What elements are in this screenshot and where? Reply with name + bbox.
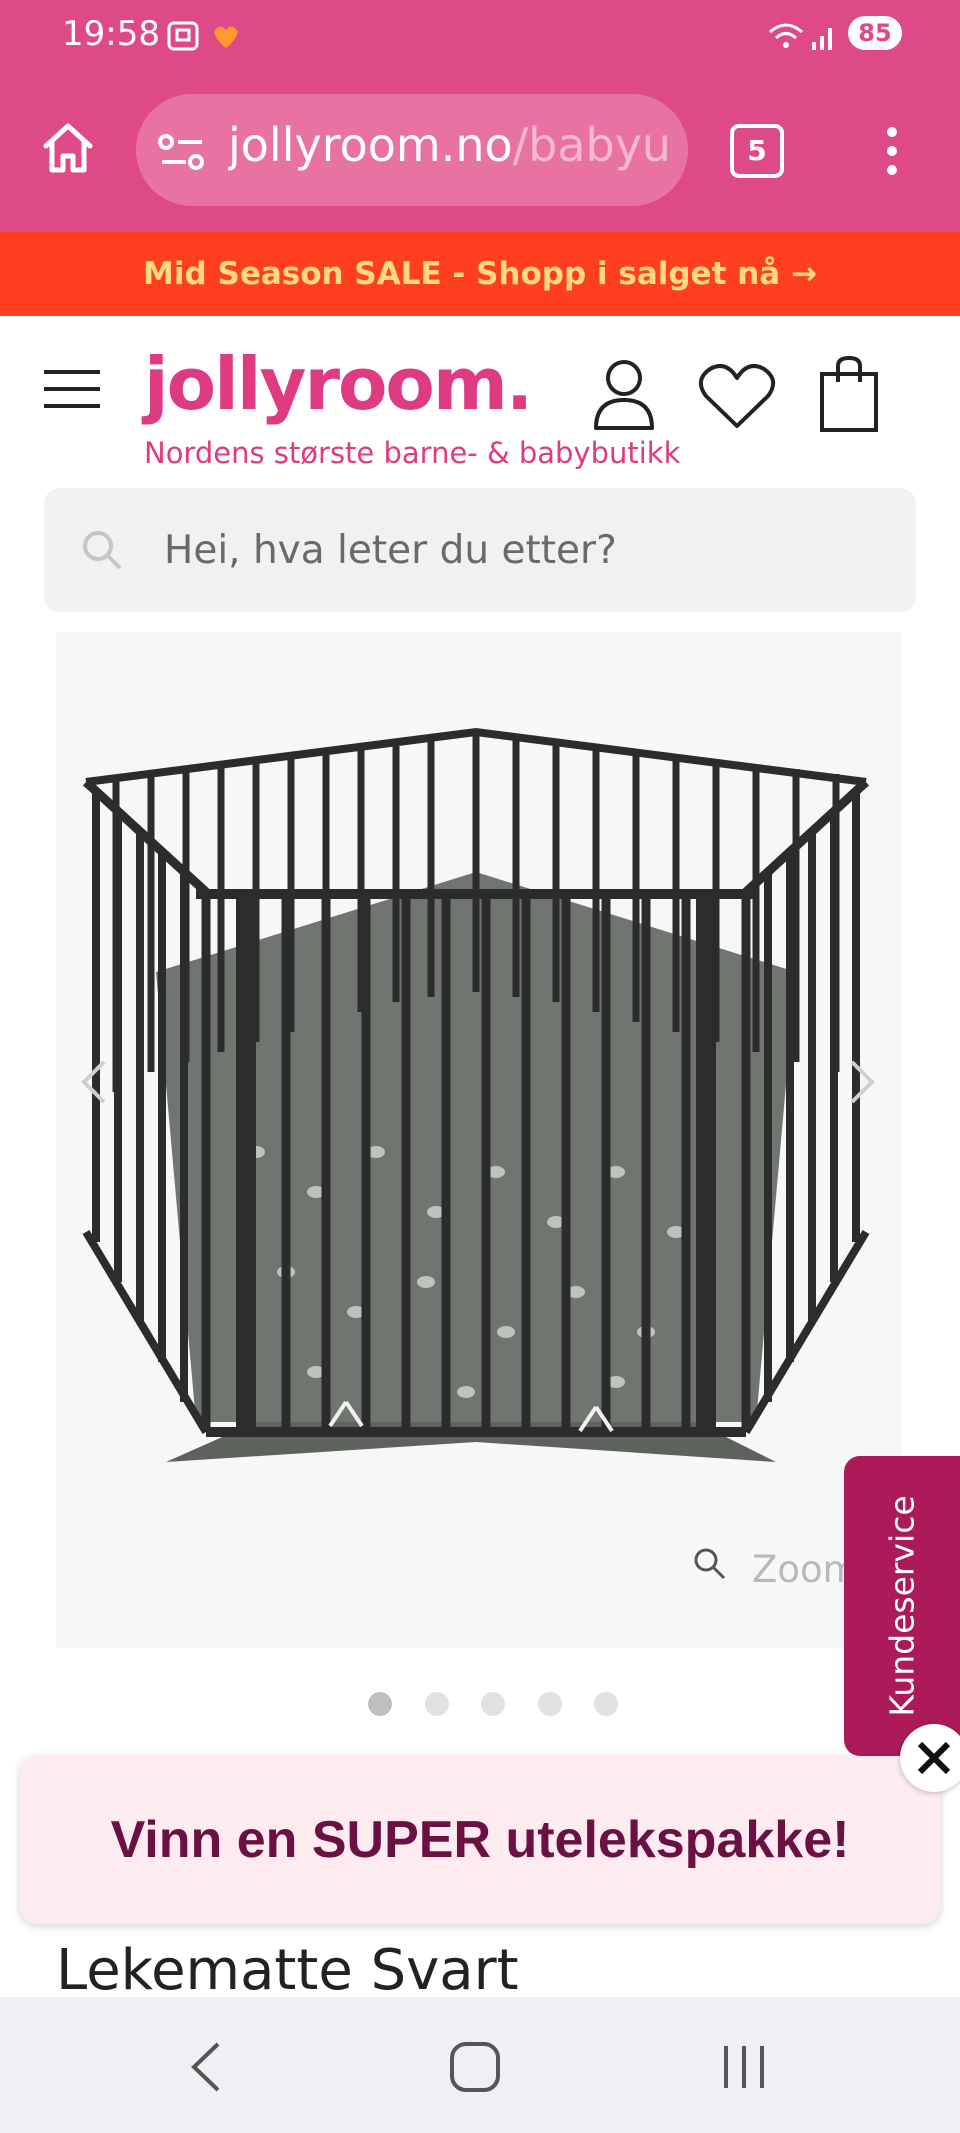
- search-placeholder: Hei, hva leter du etter?: [164, 528, 617, 573]
- battery-indicator: 85: [848, 16, 902, 50]
- site-logo[interactable]: jollyroom.: [144, 342, 533, 426]
- carousel-dot[interactable]: [425, 1692, 449, 1716]
- tab-switcher-button[interactable]: 5: [730, 124, 784, 178]
- site-tagline: Nordens største barne- & babybutikk: [144, 436, 681, 470]
- shopping-bag-icon[interactable]: [818, 356, 880, 434]
- url-text[interactable]: jollyroom.no/babyut: [228, 118, 668, 172]
- close-icon[interactable]: [916, 1740, 952, 1776]
- url-host: jollyroom.no: [228, 118, 513, 172]
- zoom-icon[interactable]: [692, 1546, 728, 1582]
- home-nav-icon[interactable]: [448, 2040, 502, 2094]
- customer-service-label-wrap[interactable]: Kundeservice: [844, 1456, 960, 1756]
- site-settings-icon[interactable]: [158, 132, 206, 172]
- carousel-dot[interactable]: [368, 1692, 392, 1716]
- back-icon[interactable]: [188, 2040, 224, 2094]
- status-time: 19:58: [62, 14, 160, 54]
- url-path: /babyut: [512, 118, 668, 172]
- carousel-dot[interactable]: [594, 1692, 618, 1716]
- account-icon[interactable]: [592, 358, 656, 432]
- hamburger-menu-icon[interactable]: [44, 368, 100, 410]
- sale-banner[interactable]: Mid Season SALE - Shopp i salget nå →: [0, 232, 960, 316]
- product-title: Lekematte Svart: [56, 1938, 519, 2003]
- signal-wifi-icon: [769, 23, 832, 50]
- search-icon: [83, 531, 122, 570]
- recent-apps-icon[interactable]: [720, 2042, 768, 2092]
- home-icon[interactable]: [40, 120, 96, 176]
- overflow-menu-icon[interactable]: [880, 124, 904, 178]
- status-notification-icons: [167, 21, 238, 51]
- zoom-label[interactable]: Zoom: [752, 1548, 859, 1591]
- product-image-playpen[interactable]: [56, 632, 902, 1648]
- customer-service-label: Kundeservice: [882, 1495, 922, 1717]
- promo-text[interactable]: Vinn en SUPER utelekspakke!: [20, 1756, 940, 1924]
- carousel-dot[interactable]: [538, 1692, 562, 1716]
- wishlist-heart-icon[interactable]: [698, 362, 776, 430]
- carousel-dot[interactable]: [481, 1692, 505, 1716]
